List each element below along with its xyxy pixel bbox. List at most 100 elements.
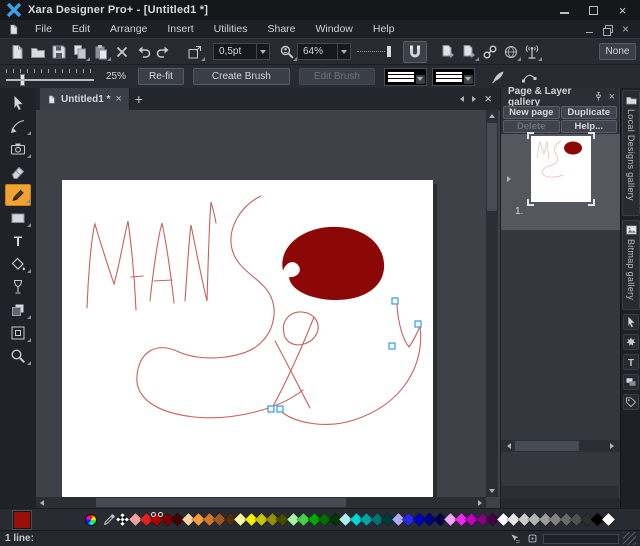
chevron-down-icon[interactable] [416, 75, 425, 84]
selector-tool[interactable] [5, 92, 31, 114]
export-icon[interactable] [437, 41, 458, 63]
smoothness-slider[interactable] [4, 68, 96, 86]
menu-item[interactable]: Edit [62, 20, 100, 38]
rectangle-tool[interactable] [5, 207, 31, 229]
duplicate-button[interactable]: Duplicate [561, 106, 618, 119]
resize-grip[interactable] [623, 532, 636, 545]
panel-close-icon[interactable]: × [609, 92, 615, 102]
palette-swatch[interactable] [603, 511, 614, 529]
contour-tool[interactable] [5, 322, 31, 344]
status-feedback-icon[interactable] [526, 533, 539, 544]
chevron-down-icon[interactable] [256, 44, 269, 59]
no-color-swatch[interactable] [117, 511, 128, 529]
fill-tool[interactable] [5, 253, 31, 275]
tab-close-icon[interactable]: × [115, 94, 121, 104]
freehand-pencil-tool[interactable] [5, 184, 31, 206]
name-gallery-icon[interactable] [623, 394, 639, 410]
page-list-item[interactable]: 1. [501, 134, 620, 230]
refit-button[interactable]: Re-fit [138, 68, 184, 85]
pin-icon[interactable] [593, 91, 604, 102]
scroll-left-icon[interactable] [503, 440, 515, 452]
color-wheel-icon[interactable] [83, 509, 99, 531]
vertical-scrollbar[interactable] [486, 110, 498, 497]
snap-magnet-toggle[interactable] [403, 41, 427, 63]
bitmap-gallery-tab[interactable]: Bitmap gallery [622, 220, 640, 310]
redo-icon[interactable] [153, 41, 174, 63]
expander-icon[interactable] [507, 176, 511, 182]
brush-pen-icon[interactable] [488, 66, 509, 88]
canvas-page[interactable] [62, 180, 433, 497]
page-thumbnail[interactable] [531, 136, 591, 202]
current-color-swatch[interactable] [13, 511, 31, 529]
menu-item[interactable]: Utilities [204, 20, 258, 38]
mdi-minimize-icon[interactable] [585, 25, 594, 34]
vertical-scroll-thumb[interactable] [487, 123, 497, 211]
stroke-style-select[interactable] [384, 68, 427, 86]
splat-gallery-icon[interactable] [623, 334, 639, 350]
undo-icon[interactable] [132, 41, 153, 63]
fonts-gallery-icon[interactable]: T [623, 354, 639, 370]
panel-scroll-thumb[interactable] [515, 441, 579, 451]
zoom-slider[interactable] [357, 45, 393, 59]
line-width-select[interactable]: 0,5pt [213, 43, 270, 60]
document-tab[interactable]: Untitled1 * × [40, 88, 130, 110]
stroke-preset-button[interactable]: None [599, 43, 636, 60]
paste-icon[interactable] [90, 41, 111, 63]
panel-horizontal-scrollbar[interactable] [501, 440, 620, 452]
zoom-tool[interactable] [5, 345, 31, 367]
horizontal-scrollbar[interactable] [36, 497, 486, 508]
open-icon[interactable] [27, 41, 48, 63]
publish-icon[interactable] [521, 41, 542, 63]
shape-editor-tool[interactable] [5, 115, 31, 137]
delete-icon[interactable] [111, 41, 132, 63]
zoom-slider-thumb[interactable] [387, 46, 391, 57]
scroll-left-icon[interactable] [36, 497, 48, 508]
minimize-icon[interactable] [559, 5, 570, 16]
smoothness-slider-thumb[interactable] [20, 74, 25, 86]
zoom-level-select[interactable]: 64% [297, 43, 351, 60]
tab-next-icon[interactable] [472, 96, 476, 102]
link-icon[interactable] [479, 41, 500, 63]
cursor-gallery-icon[interactable] [623, 314, 639, 330]
menu-item[interactable]: Window [306, 20, 363, 38]
new-document-icon[interactable] [6, 41, 27, 63]
mdi-restore-icon[interactable] [603, 25, 612, 34]
stroke-style-select-2[interactable] [432, 68, 475, 86]
scroll-right-icon[interactable] [606, 440, 618, 452]
freehand-drawing[interactable] [62, 180, 433, 497]
new-tab-button[interactable]: + [130, 90, 148, 108]
resize-icon[interactable] [184, 41, 205, 63]
local-designs-gallery-tab[interactable]: Local Designs gallery [622, 90, 640, 216]
transparency-tool[interactable] [5, 276, 31, 298]
menu-item[interactable]: File [25, 20, 62, 38]
eyedropper-icon[interactable] [101, 509, 117, 531]
document-icon[interactable] [8, 23, 19, 36]
scroll-down-icon[interactable] [486, 485, 498, 497]
close-icon[interactable]: × [617, 5, 628, 16]
clipart-gallery-icon[interactable] [623, 374, 639, 390]
new-page-button[interactable]: New page [503, 106, 560, 119]
save-icon[interactable] [48, 41, 69, 63]
export-copy-icon[interactable] [458, 41, 479, 63]
chevron-down-icon[interactable] [337, 44, 350, 59]
create-brush-button[interactable]: Create Brush [193, 68, 290, 85]
text-tool[interactable]: T [5, 230, 31, 252]
photo-tool[interactable] [5, 138, 31, 160]
scroll-right-icon[interactable] [474, 497, 486, 508]
tab-prev-icon[interactable] [460, 96, 464, 102]
menu-item[interactable]: Insert [157, 20, 203, 38]
copy-icon[interactable] [69, 41, 90, 63]
chevron-down-icon[interactable] [464, 75, 473, 84]
horizontal-scroll-thumb[interactable] [96, 498, 346, 507]
mdi-close-icon[interactable]: × [621, 25, 630, 34]
tab-close-all-icon[interactable]: × [484, 93, 492, 105]
canvas-viewport[interactable] [36, 110, 500, 508]
web-export-icon[interactable] [500, 41, 521, 63]
erase-tool[interactable] [5, 161, 31, 183]
shadow-tool[interactable] [5, 299, 31, 321]
scroll-up-icon[interactable] [486, 110, 498, 122]
blob-shape[interactable] [282, 227, 384, 300]
menu-item[interactable]: Arrange [100, 20, 157, 38]
maximize-icon[interactable] [588, 5, 599, 16]
zoom-tool-icon[interactable] [276, 41, 297, 63]
